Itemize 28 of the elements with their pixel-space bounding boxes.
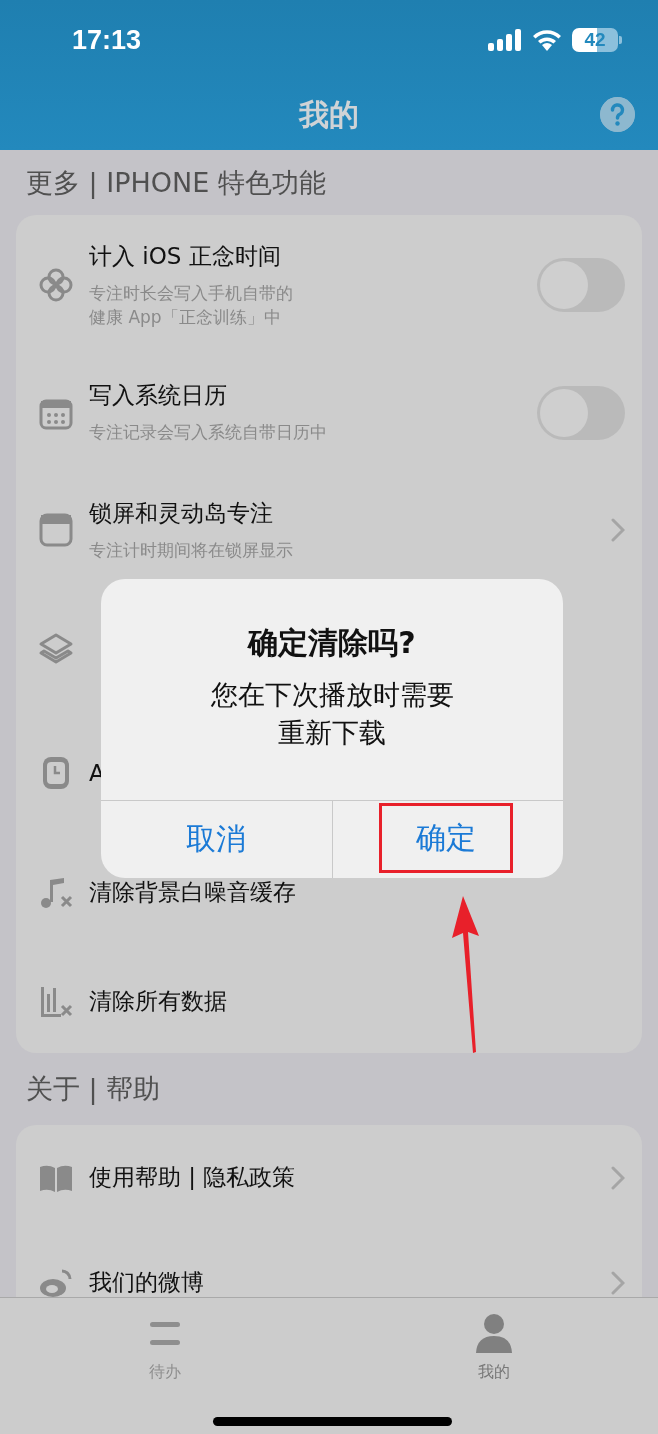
row-title[interactable]: 我们的微博 xyxy=(89,1267,204,1298)
section-header: 关于 | 帮助 xyxy=(26,1072,161,1107)
row-title[interactable]: 锁屏和灵动岛专注 xyxy=(89,497,273,529)
window-icon xyxy=(38,512,74,548)
person-icon xyxy=(474,1313,513,1353)
chevron-icon xyxy=(611,1165,625,1190)
dialog-message: 重新下载 xyxy=(278,715,386,750)
row-title[interactable]: 清除所有数据 xyxy=(89,986,227,1017)
wifi-icon xyxy=(532,29,562,51)
chevron-icon xyxy=(611,1270,625,1295)
signal-icon xyxy=(488,29,522,51)
dialog-message: 您在下次播放时需要 xyxy=(210,678,454,712)
row-title[interactable]: 清除背景白噪音缓存 xyxy=(89,877,296,908)
page-title: 我的 xyxy=(299,95,359,134)
chevron-icon xyxy=(611,518,625,542)
section-header: 更多 | IPHONE 特色功能 xyxy=(26,165,326,201)
row-description: 专注时长会写入手机自带的 xyxy=(89,281,293,305)
row-description: 专注记录会写入系统自带日历中 xyxy=(89,421,327,445)
flower-icon xyxy=(38,267,74,303)
clock-time: 17:13 xyxy=(72,24,142,56)
row-title[interactable]: 计入 iOS 正念时间 xyxy=(89,240,281,272)
help-icon[interactable] xyxy=(600,97,635,132)
row-title[interactable]: 写入系统日历 xyxy=(89,380,227,412)
cancel-button[interactable]: 取消 xyxy=(101,801,332,878)
row-description: 健康 App「正念训练」中 xyxy=(89,305,282,329)
row-title[interactable]: 使用帮助 | 隐私政策 xyxy=(89,1162,296,1193)
row-description: 专注计时期间将在锁屏显示 xyxy=(89,538,293,562)
dialog-title: 确定清除吗? xyxy=(248,624,416,662)
